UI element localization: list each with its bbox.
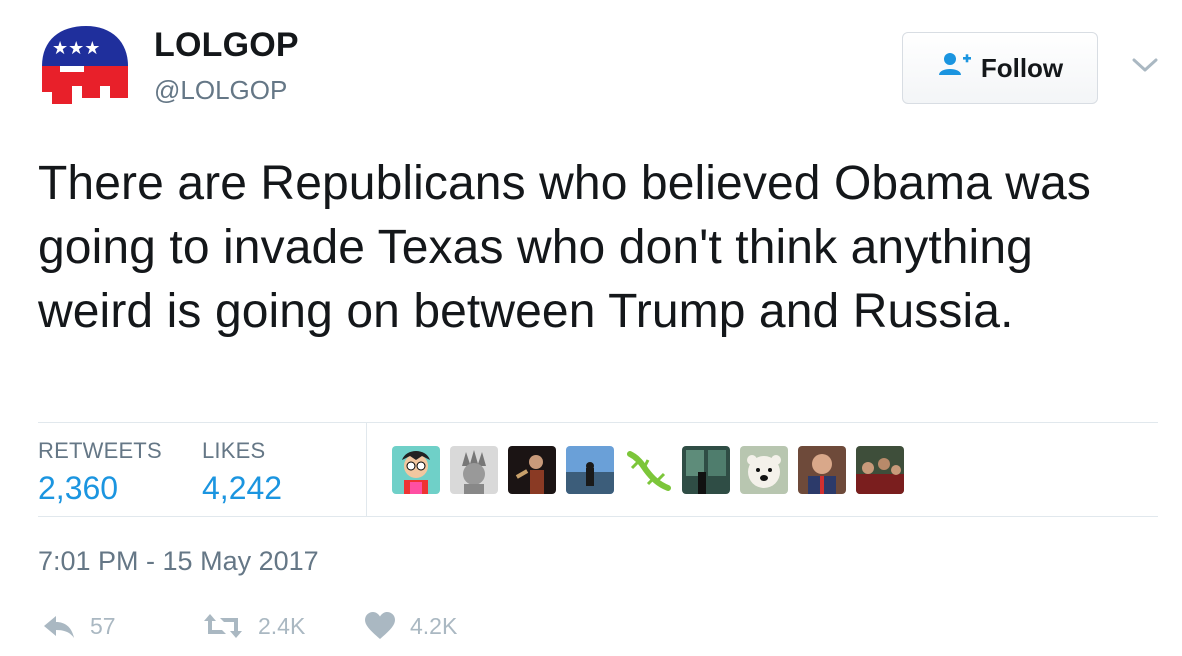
svg-text:★★★: ★★★: [52, 38, 100, 59]
likes-count: 4,242: [202, 470, 283, 506]
liker-avatar-aquarium[interactable]: [682, 446, 730, 494]
author-name[interactable]: LOLGOP: [154, 26, 299, 65]
liker-avatar-musician[interactable]: [508, 446, 556, 494]
divider: [38, 422, 1158, 423]
liker-avatar-cartoon[interactable]: [392, 446, 440, 494]
liker-avatar-lizard[interactable]: [624, 446, 672, 494]
reply-count: 57: [90, 612, 116, 639]
liker-avatar-crowd[interactable]: [856, 446, 904, 494]
liker-avatar-landscape[interactable]: [566, 446, 614, 494]
stats-divider: [366, 423, 367, 516]
retweets-count: 2,360: [38, 470, 119, 506]
tweet-timestamp[interactable]: 7:01 PM - 15 May 2017: [38, 546, 319, 577]
follow-button-label: Follow: [980, 52, 1064, 83]
retweet-button[interactable]: 2.4K: [202, 612, 305, 640]
heart-icon: [364, 612, 396, 640]
liker-avatar-polar-bear[interactable]: [740, 446, 788, 494]
add-user-icon: [937, 51, 973, 86]
like-count: 4.2K: [410, 612, 458, 639]
profile-avatar[interactable]: ★★★: [38, 20, 132, 114]
likes-stat[interactable]: LIKES 4,242: [202, 438, 282, 507]
liker-avatars: [392, 446, 904, 494]
divider: [38, 516, 1158, 517]
gop-elephant-logo-icon: ★★★: [42, 26, 128, 104]
retweets-label: RETWEETS: [38, 438, 162, 463]
liker-avatar-statue[interactable]: [450, 446, 498, 494]
liker-avatar-person[interactable]: [798, 446, 846, 494]
author-handle[interactable]: @LOLGOP: [154, 75, 287, 106]
likes-label: LIKES: [202, 438, 266, 463]
chevron-down-icon[interactable]: [1130, 54, 1160, 76]
follow-button[interactable]: Follow: [902, 32, 1098, 104]
tweet-card: ★★★ LOLGOP @LOLGOP Follow There are Repu…: [0, 0, 1182, 656]
tweet-text: There are Republicans who believed Obama…: [38, 157, 1091, 338]
retweets-stat[interactable]: RETWEETS 2,360: [38, 438, 162, 507]
reply-button[interactable]: 57: [42, 612, 116, 640]
reply-icon: [42, 612, 76, 640]
retweet-icon: [202, 612, 244, 640]
like-button[interactable]: 4.2K: [364, 612, 457, 640]
retweet-count: 2.4K: [258, 612, 306, 639]
